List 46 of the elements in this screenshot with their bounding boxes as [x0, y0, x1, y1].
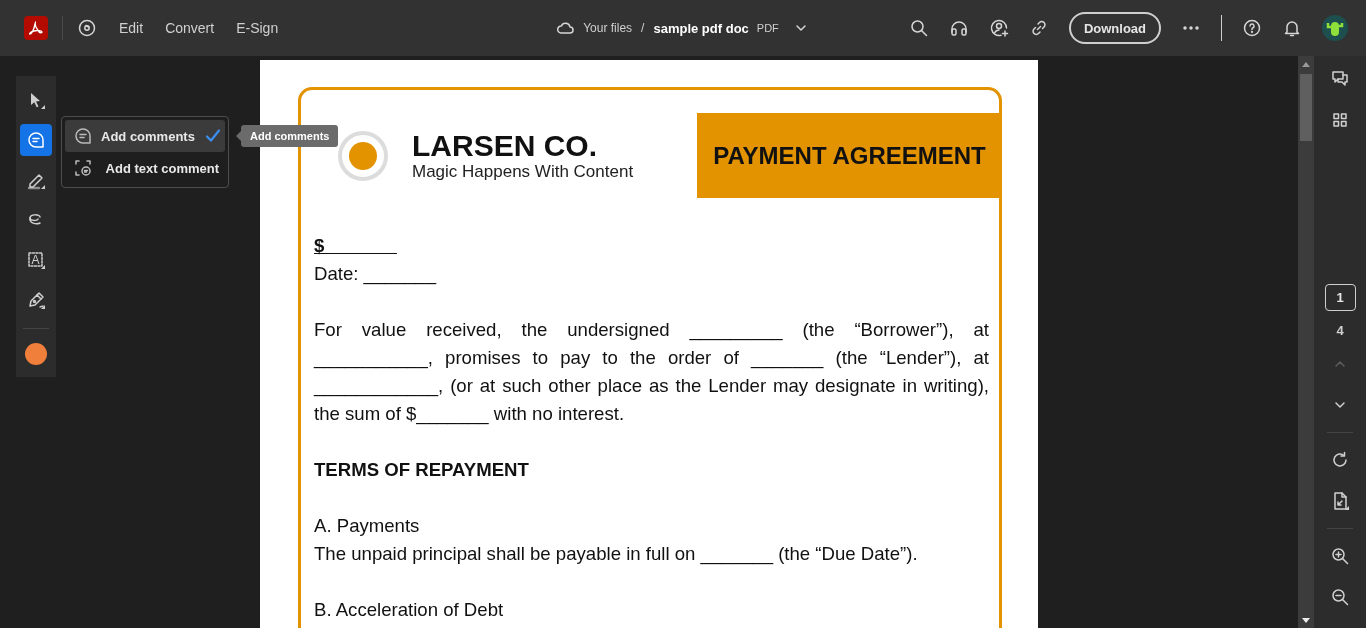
- company-logo-icon: [338, 130, 388, 181]
- breadcrumb-link[interactable]: Your files: [583, 21, 633, 35]
- amount-line: $_______: [314, 234, 398, 258]
- document-title: PAYMENT AGREEMENT: [697, 113, 1002, 198]
- text-box-icon: A: [26, 250, 46, 270]
- tooltip: Add comments: [236, 125, 339, 147]
- page-number-field[interactable]: 1: [1324, 284, 1356, 311]
- subsection-heading: A. Payments: [314, 514, 421, 538]
- nav-link[interactable]: Convert: [165, 20, 215, 36]
- menu-item-label: Add text comment: [105, 160, 219, 176]
- menu-item[interactable]: Add text comment: [65, 152, 225, 184]
- search-icon[interactable]: [908, 18, 929, 38]
- comment-icon: [73, 126, 93, 146]
- comments-icon[interactable]: [1330, 69, 1350, 89]
- file-name: sample pdf doc: [653, 20, 749, 36]
- color-swatch[interactable]: [25, 343, 47, 365]
- grid-icon[interactable]: [1330, 110, 1350, 130]
- comment-icon: [26, 130, 46, 150]
- menu-item-label: Add comments: [101, 128, 195, 144]
- help-icon[interactable]: [1242, 18, 1262, 38]
- headphones-icon[interactable]: [948, 18, 969, 38]
- file-type-label: PDF: [756, 22, 779, 34]
- nav-link[interactable]: Edit: [119, 20, 144, 36]
- zoom-in-icon[interactable]: [1330, 546, 1350, 566]
- text-box-tool-button[interactable]: A: [20, 244, 52, 276]
- rotate-icon[interactable]: [1330, 450, 1350, 470]
- breadcrumb-separator: /: [641, 21, 645, 35]
- text-line: The unpaid principal shall be payable in full on _______ (the “Due Date”).: [314, 542, 919, 567]
- menu-item[interactable]: Add comments: [65, 120, 225, 152]
- total-pages: 4: [1336, 323, 1344, 338]
- bell-icon[interactable]: [1282, 18, 1302, 38]
- paragraph: For value received, the undersigned _________ (the “Borrower”), at ___________, promises to pay to the order of _______ (the “Lender”), at ____________, (or at such other place as the Lender may designate in writing), the sum of $_______ with no interest.: [314, 318, 989, 427]
- company-name: LARSEN CO.: [412, 129, 598, 162]
- company-tagline: Magic Happens With Content: [412, 161, 635, 182]
- text-line: Date: _______: [314, 262, 438, 287]
- zoom-out-icon[interactable]: [1330, 587, 1350, 607]
- app-logo-icon[interactable]: [24, 16, 48, 40]
- section-heading: TERMS OF REPAYMENT: [314, 458, 530, 482]
- scrollbar[interactable]: [1298, 56, 1314, 628]
- download-button[interactable]: Download: [1068, 12, 1161, 44]
- avatar-icon[interactable]: [1322, 15, 1348, 41]
- pen-icon: [26, 290, 46, 310]
- nav-link[interactable]: E-Sign: [236, 20, 279, 36]
- person-add-icon[interactable]: [988, 18, 1009, 38]
- comment-tool-button[interactable]: [20, 124, 52, 156]
- subsection-heading: B. Acceleration of Debt: [314, 598, 505, 622]
